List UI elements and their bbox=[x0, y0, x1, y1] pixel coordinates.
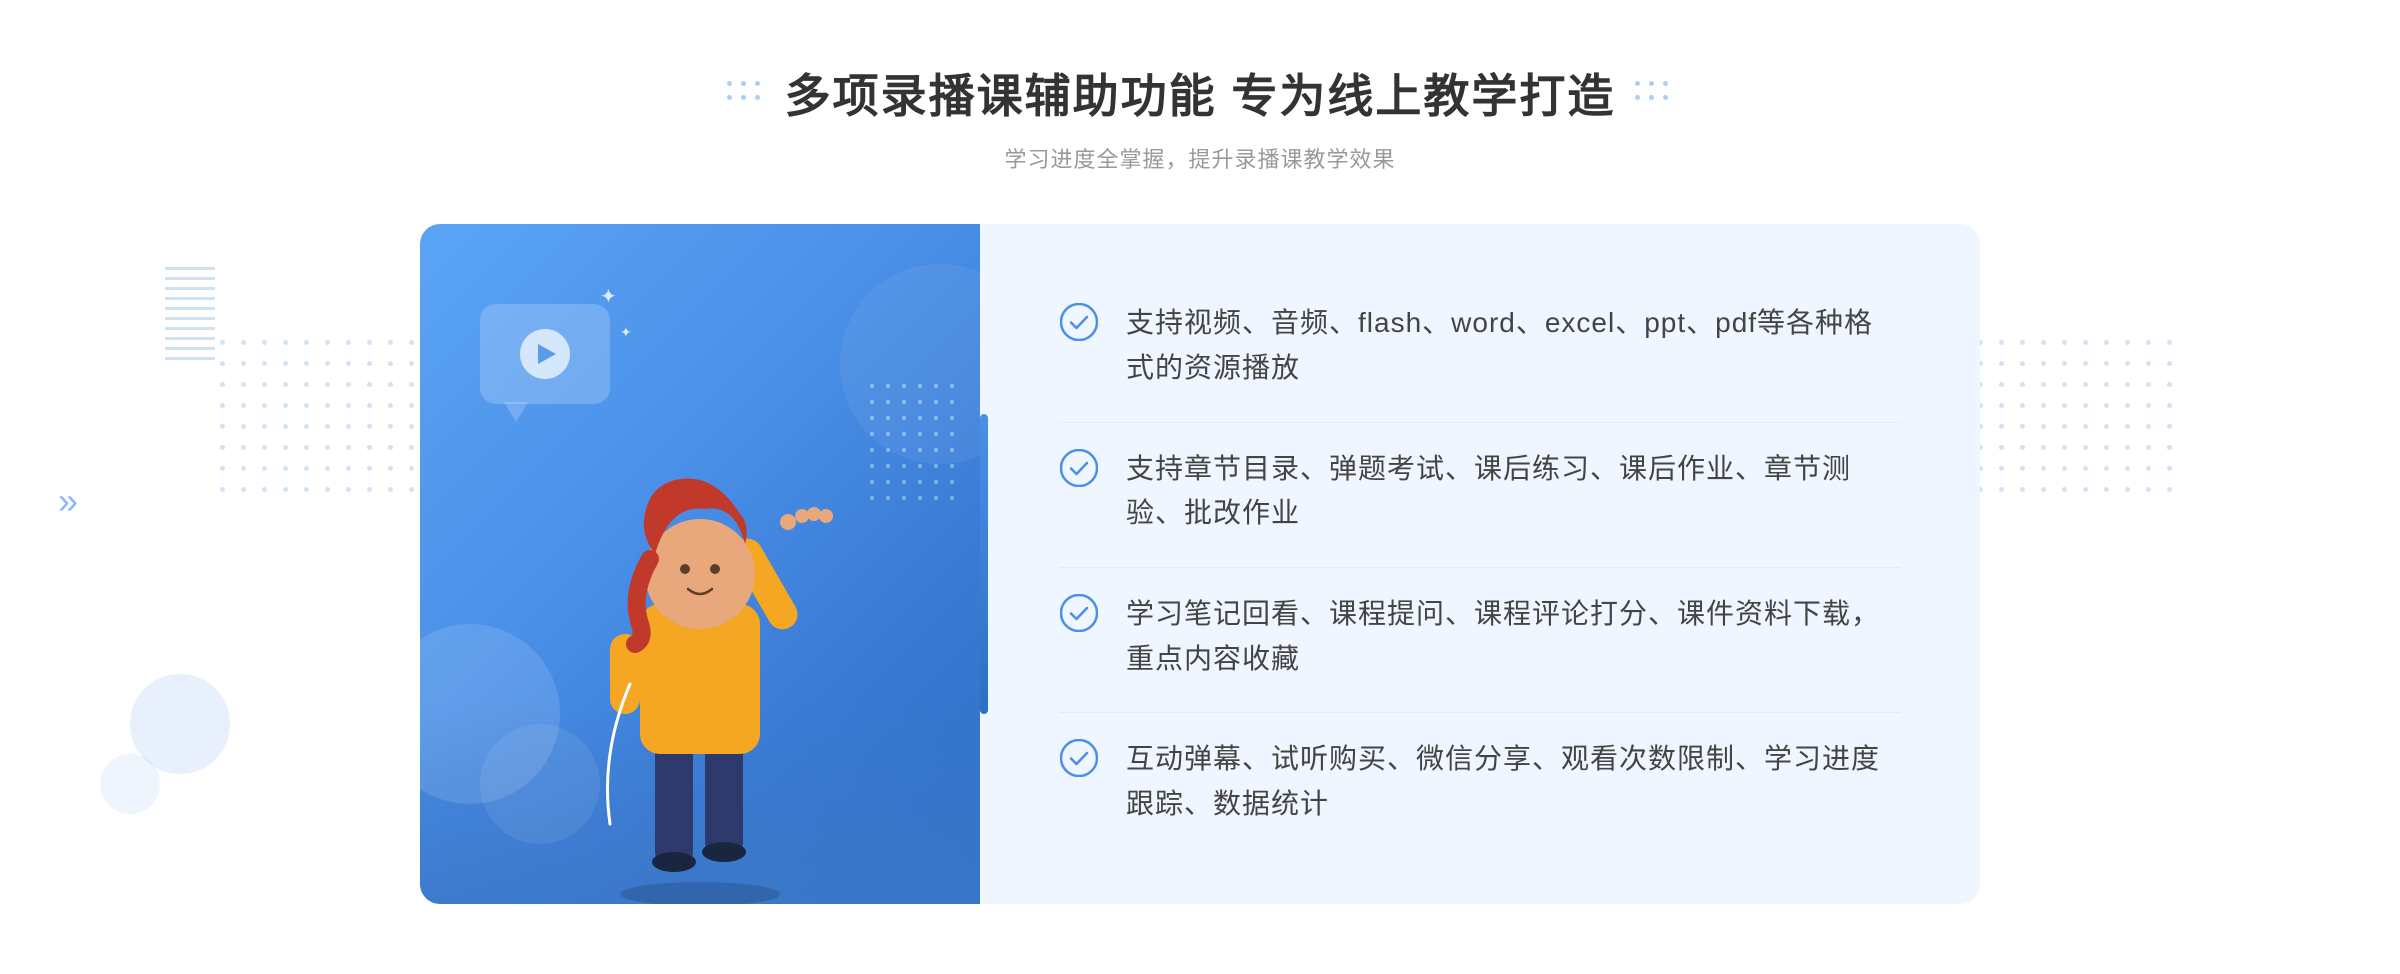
feature-text-3: 学习笔记回看、课程提问、课程评论打分、课件资料下载，重点内容收藏 bbox=[1126, 592, 1900, 682]
features-area: 支持视频、音频、flash、word、excel、ppt、pdf等各种格式的资源… bbox=[980, 224, 1980, 904]
feature-item-1: 支持视频、音频、flash、word、excel、ppt、pdf等各种格式的资源… bbox=[1060, 277, 1900, 415]
stripe-decoration bbox=[165, 260, 215, 360]
dots-pattern-right: const dr = document.currentScript.parent… bbox=[1978, 340, 2180, 500]
person-illustration bbox=[550, 404, 850, 904]
feature-text-1: 支持视频、音频、flash、word、excel、ppt、pdf等各种格式的资源… bbox=[1126, 301, 1900, 391]
sparkle-icon-1: ✦ bbox=[600, 284, 617, 309]
check-icon-2 bbox=[1060, 449, 1098, 487]
play-icon bbox=[520, 329, 570, 379]
dots-pattern-left: const dl = document.currentScript.parent… bbox=[220, 340, 422, 500]
title-row: 多项录播课辅助功能 专为线上教学打造 bbox=[727, 60, 1674, 126]
feature-item-4: 互动弹幕、试听购买、微信分享、观看次数限制、学习进度跟踪、数据统计 bbox=[1060, 712, 1900, 851]
feature-item-3: 学习笔记回看、课程提问、课程评论打分、课件资料下载，重点内容收藏 bbox=[1060, 567, 1900, 706]
header-section: 多项录播课辅助功能 专为线上教学打造 学习进度全掌握，提升录播课教学效果 bbox=[727, 60, 1674, 174]
outer-circle-2 bbox=[100, 754, 160, 814]
feature-text-4: 互动弹幕、试听购买、微信分享、观看次数限制、学习进度跟踪、数据统计 bbox=[1126, 737, 1900, 827]
check-icon-4 bbox=[1060, 739, 1098, 777]
main-content: const id = document.currentScript.parent… bbox=[420, 224, 1980, 904]
page-title: 多项录播课辅助功能 专为线上教学打造 bbox=[785, 60, 1616, 126]
illustration-area: const id = document.currentScript.parent… bbox=[420, 224, 980, 904]
feature-text-2: 支持章节目录、弹题考试、课后练习、课后作业、章节测验、批改作业 bbox=[1126, 447, 1900, 537]
sparkle-icon-2: ✦ bbox=[620, 324, 632, 341]
illus-dots: const id = document.currentScript.parent… bbox=[870, 384, 960, 506]
page-container: const dl = document.currentScript.parent… bbox=[0, 0, 2400, 974]
title-dots-left bbox=[727, 81, 765, 105]
check-icon-3 bbox=[1060, 594, 1098, 632]
title-dots-right bbox=[1635, 81, 1673, 105]
chevron-left-icon: » bbox=[58, 480, 78, 522]
play-triangle bbox=[538, 344, 556, 364]
feature-item-2: 支持章节目录、弹题考试、课后练习、课后作业、章节测验、批改作业 bbox=[1060, 422, 1900, 561]
side-bar-decoration bbox=[980, 414, 988, 714]
page-subtitle: 学习进度全掌握，提升录播课教学效果 bbox=[727, 142, 1674, 174]
check-icon-1 bbox=[1060, 303, 1098, 341]
play-bubble bbox=[480, 304, 610, 404]
